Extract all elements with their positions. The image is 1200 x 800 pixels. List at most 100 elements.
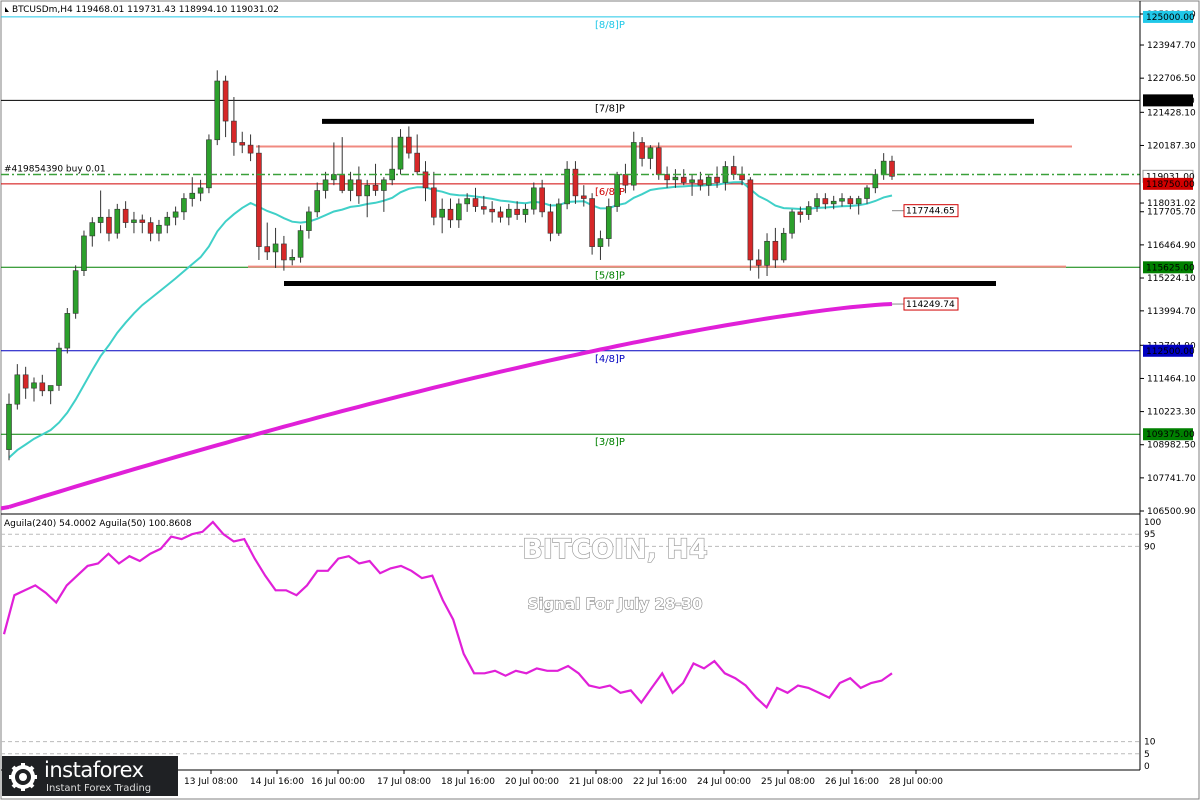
candle-body xyxy=(322,179,329,191)
candle-body xyxy=(830,200,837,205)
level-price-tag-text: 118750.00 xyxy=(1146,180,1195,190)
price-tick-label: 116464.90 xyxy=(1147,241,1196,251)
oscillator-scale-label: 95 xyxy=(1144,530,1155,540)
ma-slow-line-start xyxy=(0,505,10,511)
candle-body xyxy=(864,187,870,199)
oscillator-scale-label: 0 xyxy=(1144,762,1150,772)
candle-body xyxy=(780,232,787,261)
candle-body xyxy=(31,382,37,389)
candle-body xyxy=(172,211,179,218)
candle-body xyxy=(555,203,562,234)
level-price-tag-text: 121875.00 xyxy=(1146,96,1195,106)
candle-body xyxy=(547,211,554,234)
level-price-tag-text: 125000.00 xyxy=(1146,13,1195,23)
time-tick-label: 14 Jul 16:00 xyxy=(250,777,304,787)
chart-canvas: BTCUSDm,H4 119468.01 119731.43 118994.10… xyxy=(0,0,1200,800)
price-tick-label: 108982.50 xyxy=(1147,441,1196,451)
symbol-line: BTCUSDm,H4 119468.01 119731.43 118994.10… xyxy=(12,5,279,15)
time-tick-label: 21 Jul 08:00 xyxy=(569,777,623,787)
price-tick-label: 121428.10 xyxy=(1147,108,1196,118)
candle-body xyxy=(847,198,854,205)
candle-body xyxy=(139,219,146,223)
oscillator-scale-label: 100 xyxy=(1144,518,1161,528)
candle-body xyxy=(447,208,454,221)
candle-body xyxy=(214,80,221,141)
candle-body xyxy=(647,147,654,159)
candle-body xyxy=(406,136,412,154)
murrey-level-label: [7/8]P xyxy=(595,103,625,114)
price-tick-label: 115224.10 xyxy=(1147,274,1196,284)
price-tick-label: 106500.90 xyxy=(1147,507,1196,517)
candle-body xyxy=(714,176,720,183)
candle-body xyxy=(156,224,162,234)
candle-body xyxy=(772,240,779,261)
candle-body xyxy=(81,235,87,271)
candle-body xyxy=(89,222,96,237)
candle-body xyxy=(164,216,171,226)
level-price-tag-text: 112500.00 xyxy=(1146,347,1195,357)
candle-body xyxy=(630,142,637,186)
indicator-value-tag-text: 114249.74 xyxy=(906,300,955,310)
candle-body xyxy=(855,198,862,205)
oscillator-scale-label: 90 xyxy=(1144,542,1156,552)
candle-body xyxy=(47,385,54,392)
candle-body xyxy=(256,152,262,247)
candle-body xyxy=(397,136,404,170)
candle-body xyxy=(680,176,687,183)
candle-body xyxy=(222,80,229,122)
candle-body xyxy=(797,211,804,215)
candle-body xyxy=(489,208,495,213)
logo-gear-icon xyxy=(9,763,37,791)
candle-body xyxy=(39,382,46,392)
candle-body xyxy=(514,208,520,215)
oscillator-scale-label: 5 xyxy=(1144,750,1150,760)
candle-body xyxy=(664,174,670,181)
price-tick-label: 123947.70 xyxy=(1147,41,1196,51)
candle-body xyxy=(72,270,79,314)
candle-body xyxy=(747,179,754,261)
candle-body xyxy=(264,246,271,253)
candle-body xyxy=(206,139,212,189)
candle-body xyxy=(705,176,712,186)
murrey-level-label: [5/8]P xyxy=(595,270,625,281)
oscillator-scale-label: 10 xyxy=(1144,738,1156,748)
candle-body xyxy=(522,208,529,215)
candle-body xyxy=(314,190,321,213)
logo-tagline: Instant Forex Trading xyxy=(46,783,152,794)
candle-body xyxy=(306,211,312,231)
candle-body xyxy=(289,256,296,261)
price-tick-label: 111464.10 xyxy=(1147,374,1196,384)
candle-body xyxy=(539,187,545,213)
candle-body xyxy=(381,179,387,191)
candle-body xyxy=(272,243,279,253)
candle-body xyxy=(231,120,237,143)
candle-body xyxy=(789,211,795,234)
candle-body xyxy=(456,203,462,221)
candle-body xyxy=(189,192,196,199)
candle-body xyxy=(739,174,745,181)
candle-body xyxy=(147,222,154,234)
candle-body xyxy=(605,206,612,239)
murrey-level-label: [8/8]P xyxy=(595,20,625,31)
murrey-level-label: [3/8]P xyxy=(595,437,625,448)
murrey-level-label: [6/8]P xyxy=(595,187,625,198)
price-tick-label: 113994.70 xyxy=(1147,307,1196,317)
candle-body xyxy=(131,219,137,223)
candle-body xyxy=(297,230,304,258)
candle-body xyxy=(689,179,695,183)
candle-body xyxy=(622,174,629,186)
candle-body xyxy=(580,195,587,199)
time-tick-label: 22 Jul 16:00 xyxy=(633,777,687,787)
candle-body xyxy=(6,403,12,450)
candle-body xyxy=(497,211,504,218)
candle-body xyxy=(347,179,354,191)
candle-body xyxy=(97,216,104,223)
candle-body xyxy=(697,179,704,186)
candle-body xyxy=(281,243,287,261)
time-tick-label: 16 Jul 00:00 xyxy=(311,777,365,787)
candle-body xyxy=(639,142,645,159)
symbol-header: BTCUSDm,H4 119468.01 119731.43 118994.10… xyxy=(5,5,279,15)
candle-body xyxy=(122,208,129,223)
price-tick-label: 120187.30 xyxy=(1147,141,1196,151)
indicator-value-tag-text: 117744.65 xyxy=(906,207,955,217)
